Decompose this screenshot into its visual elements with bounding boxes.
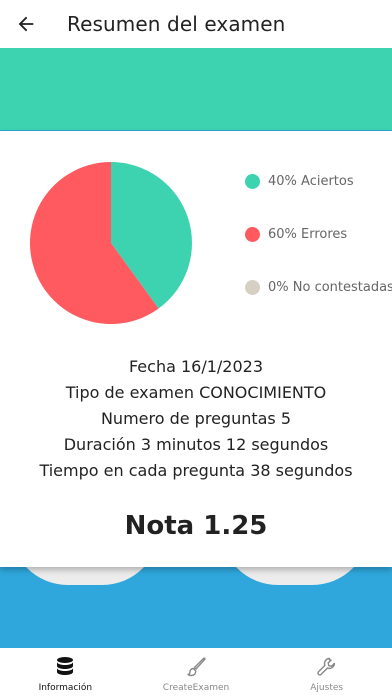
nav-label-informacion: Información <box>38 683 93 693</box>
chart-legend: 40% Aciertos 60% Errores 0% No contestad… <box>245 172 392 331</box>
nav-label-ajustes: Ajustes <box>310 683 344 693</box>
legend-item-aciertos: 40% Aciertos <box>245 172 392 190</box>
info-time-per-question: Tiempo en cada pregunta 38 segundos <box>39 461 353 480</box>
app-bar: Resumen del examen <box>0 0 392 48</box>
info-question-count: Numero de preguntas 5 <box>100 409 292 428</box>
legend-item-errores: 60% Errores <box>245 225 392 243</box>
pie-chart-svg <box>30 162 193 324</box>
header-band <box>0 48 392 130</box>
info-exam-type: Tipo de examen CONOCIMIENTO <box>65 383 327 402</box>
nav-item-informacion[interactable]: Información <box>0 648 131 696</box>
bottom-navigation: Información CreateExamen Ajustes <box>0 648 392 696</box>
nav-item-createexamen[interactable]: CreateExamen <box>131 648 262 696</box>
exam-info: Fecha 16/1/2023 Tipo de examen CONOCIMIE… <box>0 354 392 484</box>
legend-dot-errores <box>245 226 260 242</box>
summary-card: 40% Aciertos 60% Errores 0% No contestad… <box>0 131 392 567</box>
brush-icon <box>187 657 206 677</box>
legend-dot-no-contestadas <box>245 279 260 295</box>
legend-label-errores: 60% Errores <box>268 226 348 242</box>
database-icon <box>57 657 74 675</box>
wrench-icon <box>316 657 335 676</box>
pie-chart <box>29 161 193 325</box>
background-area <box>0 567 392 648</box>
info-date: Fecha 16/1/2023 <box>128 357 264 376</box>
arrow-back-icon <box>18 16 34 32</box>
info-duration: Duración 3 minutos 12 segundos <box>63 435 329 454</box>
back-button[interactable] <box>0 0 52 48</box>
page-title: Resumen del examen <box>67 12 286 36</box>
decorative-shape-right <box>220 567 370 585</box>
grade-label: Nota 1.25 <box>124 511 268 541</box>
decorative-shape-left <box>10 567 160 585</box>
legend-label-no-contestadas: 0% No contestadas <box>268 279 392 295</box>
nav-item-ajustes[interactable]: Ajustes <box>261 648 392 696</box>
legend-item-no-contestadas: 0% No contestadas <box>245 278 392 296</box>
legend-label-aciertos: 40% Aciertos <box>268 173 354 189</box>
nav-label-createexamen: CreateExamen <box>162 683 230 693</box>
legend-dot-aciertos <box>245 173 260 189</box>
